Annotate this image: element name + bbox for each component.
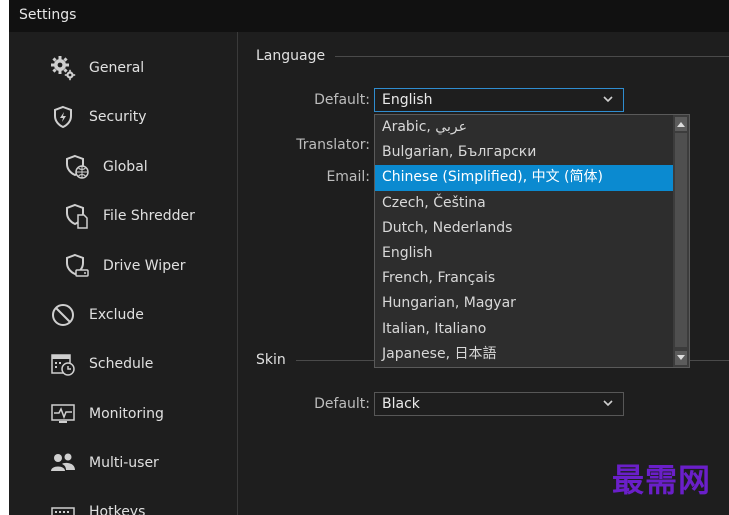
users-icon: [49, 449, 77, 477]
language-select[interactable]: English: [374, 88, 624, 112]
chevron-down-icon: [603, 96, 613, 103]
language-option[interactable]: Hungarian, Magyar: [375, 291, 673, 316]
sidebar-item-hotkeys[interactable]: Hotkeys: [9, 492, 237, 515]
sidebar-item-schedule[interactable]: Schedule: [9, 344, 237, 384]
language-option-highlighted[interactable]: Chinese (Simplified), 中文 (简体): [375, 165, 673, 191]
calendar-clock-icon: [49, 350, 77, 378]
skin-default-label: Default:: [314, 396, 370, 412]
chevron-down-icon: [603, 400, 613, 407]
sidebar-item-label: Global: [103, 159, 148, 175]
scroll-down-icon[interactable]: [675, 351, 687, 365]
language-option[interactable]: Arabic, عربي: [375, 115, 673, 140]
sidebar-item-label: Schedule: [89, 356, 154, 372]
title-bar: Settings: [9, 0, 729, 32]
window-title: Settings: [19, 7, 77, 23]
sidebar-item-file-shredder[interactable]: File Shredder: [9, 196, 237, 236]
language-option[interactable]: Japanese, 日本語: [375, 342, 673, 367]
shield-file-icon: [63, 202, 91, 230]
shield-drive-icon: [63, 252, 91, 280]
sidebar-item-label: Drive Wiper: [103, 258, 186, 274]
sidebar-item-label: Monitoring: [89, 406, 164, 422]
language-option[interactable]: Italian, Italiano: [375, 317, 673, 342]
sidebar-item-label: Hotkeys: [89, 504, 146, 515]
sidebar-item-label: Security: [89, 109, 147, 125]
keyboard-icon: [49, 498, 77, 515]
sidebar-item-label: File Shredder: [103, 208, 195, 224]
sidebar-item-label: Exclude: [89, 307, 144, 323]
language-default-label: Default:: [314, 92, 370, 108]
sidebar-item-monitoring[interactable]: Monitoring: [9, 394, 237, 434]
shield-icon: [49, 103, 77, 131]
language-option[interactable]: Bulgarian, Български: [375, 140, 673, 165]
language-option[interactable]: English: [375, 241, 673, 266]
sidebar-item-exclude[interactable]: Exclude: [9, 295, 237, 335]
sidebar-item-global[interactable]: Global: [9, 147, 237, 187]
scroll-thumb[interactable]: [675, 133, 687, 347]
shield-globe-icon: [63, 153, 91, 181]
prohibited-icon: [49, 301, 77, 329]
language-option[interactable]: Czech, Čeština: [375, 191, 673, 216]
skin-select-value: Black: [382, 396, 420, 412]
sidebar-item-multi-user[interactable]: Multi-user: [9, 443, 237, 483]
skin-group-title: Skin: [256, 352, 286, 368]
email-label: Email:: [326, 169, 370, 185]
language-option[interactable]: French, Français: [375, 266, 673, 291]
watermark: 最需网: [611, 461, 711, 499]
sidebar-item-security[interactable]: Security: [9, 97, 237, 137]
dropdown-scrollbar[interactable]: [673, 115, 689, 367]
monitor-pulse-icon: [49, 400, 77, 428]
skin-select[interactable]: Black: [374, 392, 624, 416]
gears-icon: [49, 54, 77, 82]
language-dropdown-list[interactable]: Arabic, عربي Bulgarian, Български Chines…: [374, 114, 690, 368]
sidebar: General Security Global File Shredder Dr…: [9, 32, 238, 515]
sidebar-item-drive-wiper[interactable]: Drive Wiper: [9, 246, 237, 286]
language-select-value: English: [382, 92, 433, 108]
sidebar-item-general[interactable]: General: [9, 48, 237, 88]
sidebar-item-label: Multi-user: [89, 455, 159, 471]
sidebar-item-label: General: [89, 60, 145, 76]
language-group-title: Language: [256, 48, 326, 64]
translator-label: Translator:: [296, 137, 370, 153]
language-option[interactable]: Dutch, Nederlands: [375, 216, 673, 241]
group-divider: [335, 55, 729, 57]
scroll-up-icon[interactable]: [675, 117, 687, 131]
language-options: Arabic, عربي Bulgarian, Български Chines…: [375, 115, 673, 367]
language-group-header: Language: [256, 48, 729, 64]
